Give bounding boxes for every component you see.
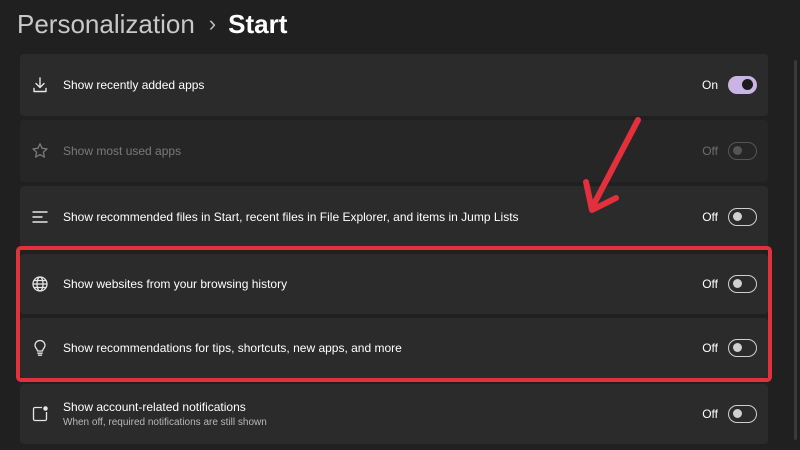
setting-label: Show recommendations for tips, shortcuts… xyxy=(63,341,402,355)
toggle-switch xyxy=(728,142,757,160)
list-icon xyxy=(30,207,50,227)
toggle-knob xyxy=(733,212,742,221)
globe-icon xyxy=(30,274,50,294)
star-icon xyxy=(30,141,50,161)
toggle-state-text: Off xyxy=(702,341,718,355)
toggle-state-text: On xyxy=(701,78,718,92)
breadcrumb-separator: › xyxy=(208,11,217,36)
breadcrumb: Personalization › Start xyxy=(17,6,287,42)
toggle-knob xyxy=(742,79,753,90)
toggle-state-text: Off xyxy=(702,144,718,158)
notification-icon xyxy=(30,404,50,424)
toggle-switch[interactable] xyxy=(728,208,757,226)
breadcrumb-parent[interactable]: Personalization xyxy=(17,9,195,40)
toggle-state-text: Off xyxy=(702,407,718,421)
setting-description: When off, required notifications are sti… xyxy=(63,417,267,428)
toggle-switch[interactable] xyxy=(728,76,757,94)
setting-row-account-notifications[interactable]: Show account-related notifications When … xyxy=(20,384,768,444)
setting-label: Show websites from your browsing history xyxy=(63,277,288,291)
setting-row-most-used-apps: Show most used apps Off xyxy=(20,120,768,182)
toggle-state-text: Off xyxy=(702,210,718,224)
toggle-switch[interactable] xyxy=(728,339,757,357)
setting-row-recently-added-apps[interactable]: Show recently added apps On xyxy=(20,54,768,116)
setting-label: Show recommended files in Start, recent … xyxy=(63,210,519,224)
toggle-state-text: Off xyxy=(702,277,718,291)
setting-row-browsing-history[interactable]: Show websites from your browsing history… xyxy=(20,254,768,314)
setting-row-recommendations-tips[interactable]: Show recommendations for tips, shortcuts… xyxy=(20,318,768,378)
setting-label: Show recently added apps xyxy=(63,78,205,92)
lightbulb-icon xyxy=(30,338,50,358)
setting-row-recommended-files[interactable]: Show recommended files in Start, recent … xyxy=(20,186,768,248)
toggle-switch[interactable] xyxy=(728,275,757,293)
page-title: Start xyxy=(228,8,288,39)
toggle-switch[interactable] xyxy=(728,405,757,423)
download-icon xyxy=(30,75,50,95)
toggle-knob xyxy=(733,279,742,288)
toggle-knob xyxy=(733,343,742,352)
toggle-knob xyxy=(733,409,742,418)
scrollbar[interactable] xyxy=(794,60,797,440)
toggle-knob xyxy=(733,146,742,155)
setting-label: Show account-related notifications xyxy=(63,400,246,414)
setting-label: Show most used apps xyxy=(63,144,182,158)
